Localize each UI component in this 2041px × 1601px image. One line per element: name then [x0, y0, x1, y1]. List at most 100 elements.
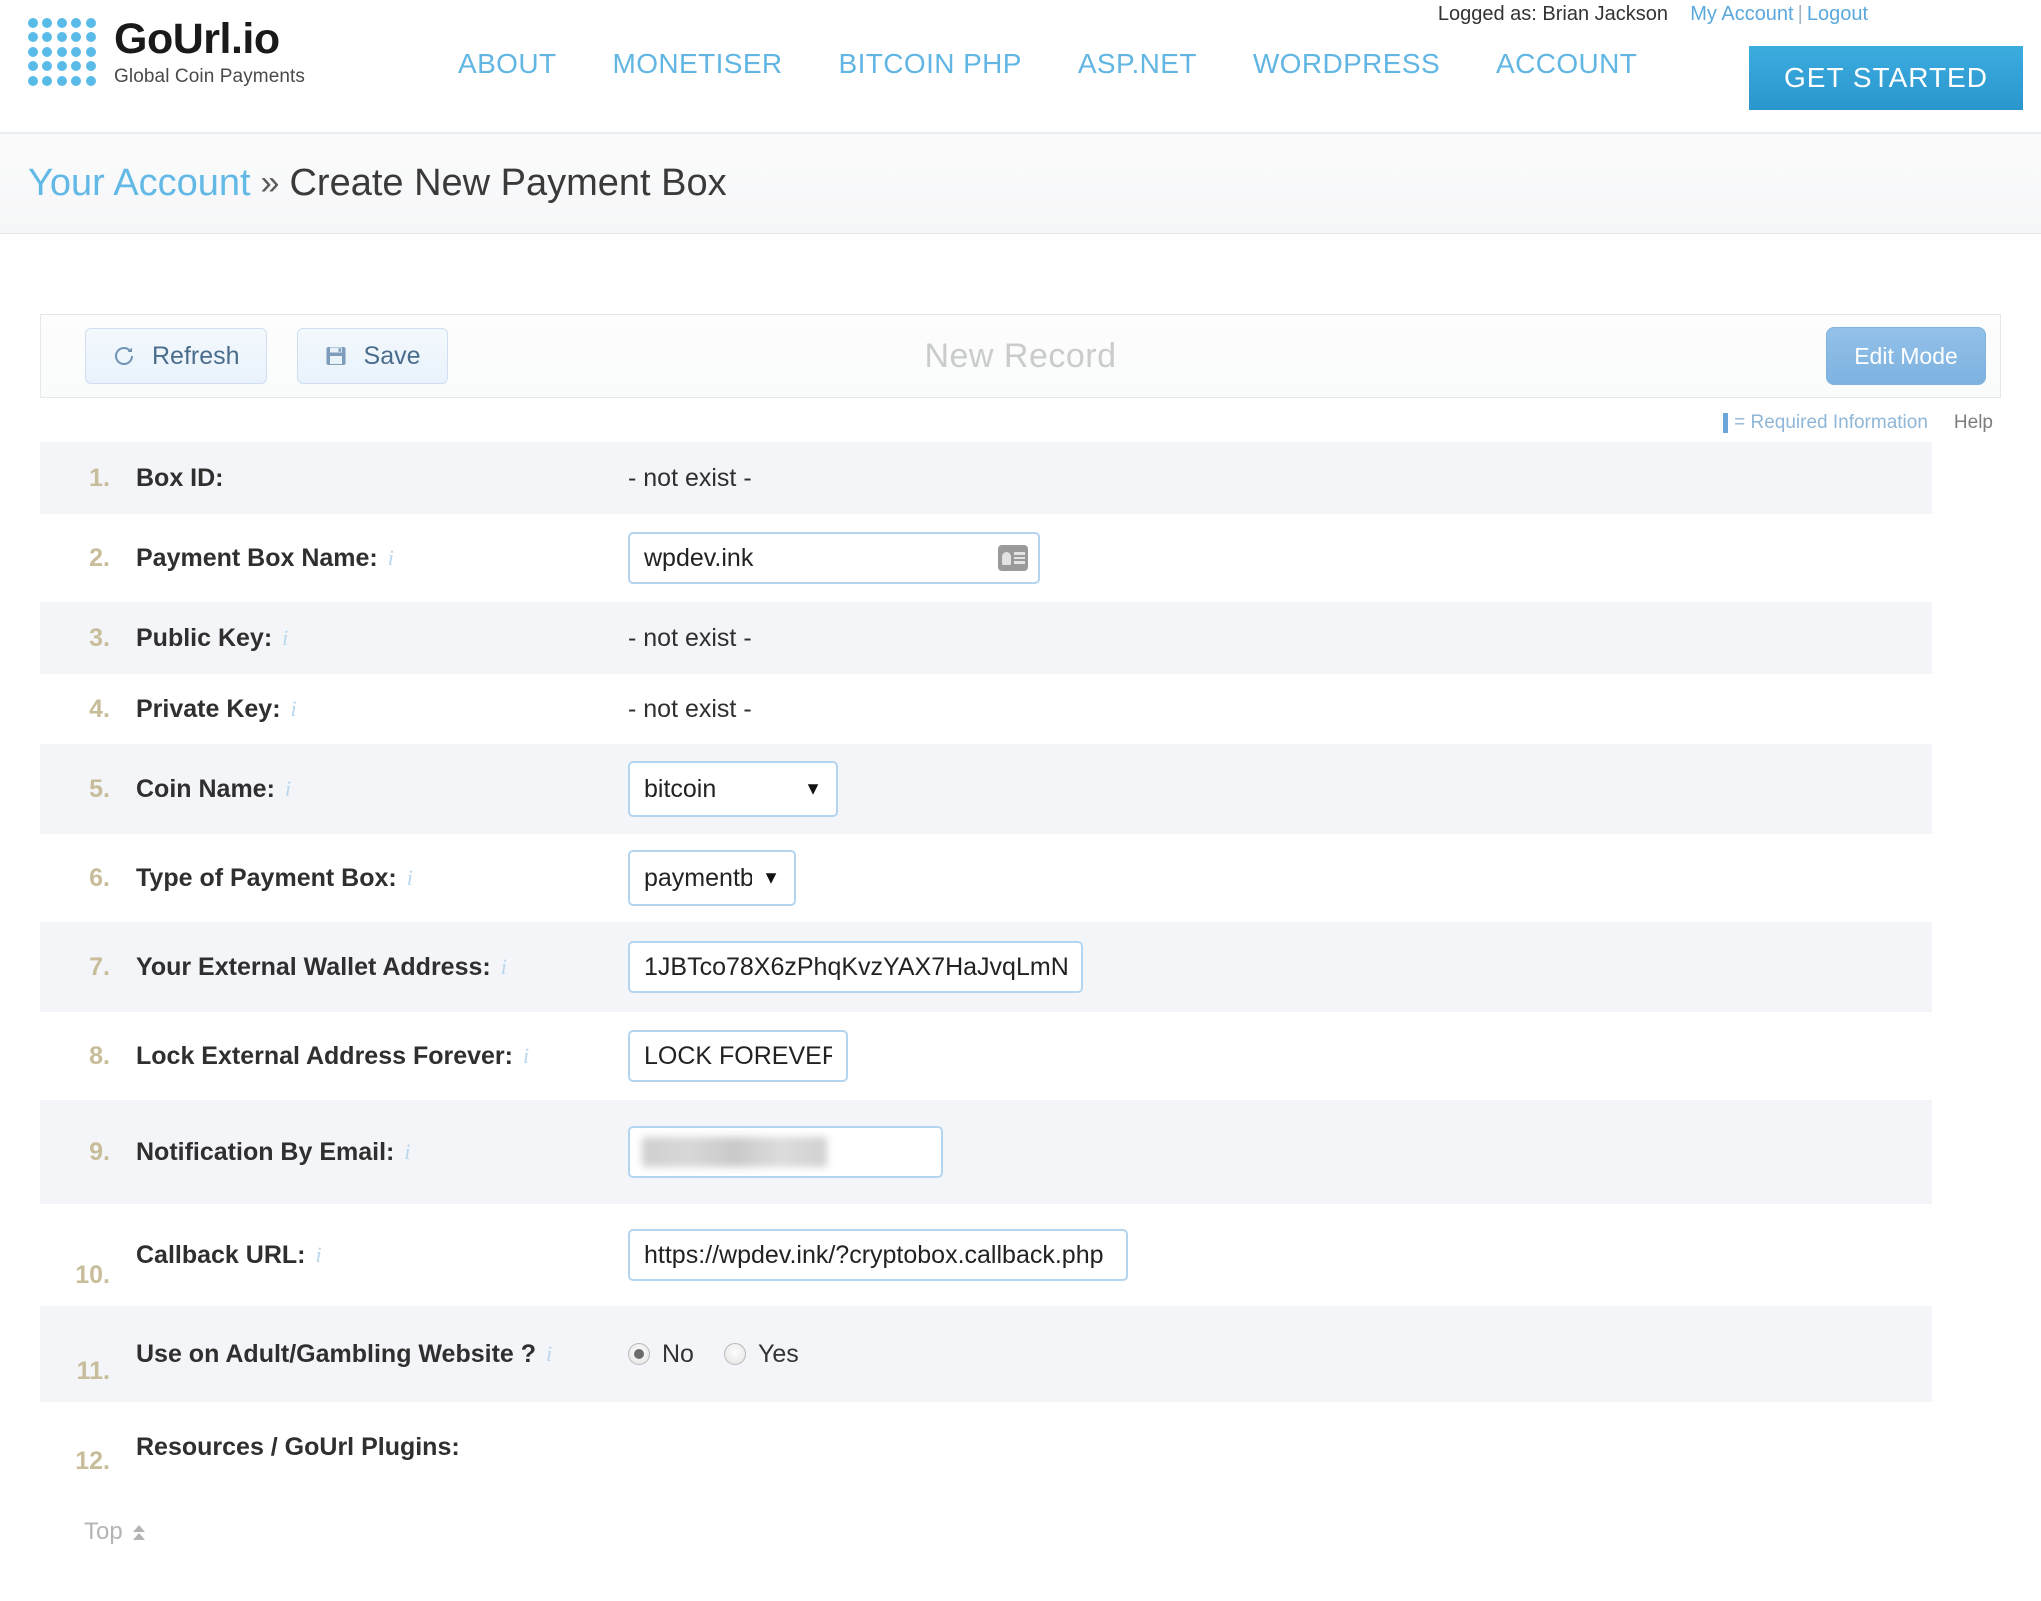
info-icon[interactable]: i — [282, 625, 288, 651]
form-row-coin-name: 5. Coin Name: i bitcoin ▼ — [40, 744, 1932, 834]
logo-title: GoUrl.io — [114, 15, 280, 63]
form-row-lock-external-address: 8. Lock External Address Forever: i — [40, 1012, 1932, 1100]
private-key-value: - not exist - — [628, 694, 752, 723]
form-row-resources-plugins: 12. Resources / GoUrl Plugins: — [40, 1402, 1932, 1492]
form-label-coin-name: Coin Name: i — [122, 744, 610, 834]
type-of-payment-box-select[interactable]: paymentbox — [628, 850, 796, 906]
double-chevron-up-icon — [132, 1524, 145, 1540]
info-icon[interactable]: i — [291, 696, 297, 722]
form-legend: = Required Information Help — [40, 398, 2001, 442]
back-to-top[interactable]: Top — [40, 1518, 2001, 1546]
info-icon[interactable]: i — [407, 865, 413, 891]
row-number: 11. — [76, 1357, 110, 1385]
redacted-email-overlay — [642, 1137, 827, 1167]
nav-item-about[interactable]: ABOUT — [430, 48, 584, 80]
logo-tagline: Global Coin Payments — [114, 66, 306, 87]
label-text: Resources / GoUrl Plugins: — [136, 1432, 460, 1461]
required-marker-icon — [1723, 413, 1729, 433]
form-value-lock-external-address — [610, 1012, 1932, 1100]
radio-label-yes: Yes — [757, 1339, 799, 1368]
form-label-resources-plugins: Resources / GoUrl Plugins: — [122, 1402, 610, 1492]
info-icon[interactable]: i — [523, 1043, 529, 1069]
label-text: Public Key: — [136, 623, 273, 652]
label-text: Type of Payment Box: — [136, 863, 397, 892]
radio-option-yes[interactable]: Yes — [723, 1339, 799, 1369]
nav-item-account[interactable]: ACCOUNT — [1468, 48, 1665, 80]
label-text: Use on Adult/Gambling Website ? — [136, 1339, 537, 1368]
row-number: 7. — [89, 952, 110, 981]
site-header: GoUrl.io Global Coin Payments ABOUT MONE… — [0, 0, 2041, 134]
form-value-type-of-payment-box: paymentbox ▼ — [610, 834, 1932, 922]
radio-dot-selected[interactable] — [628, 1343, 650, 1365]
info-icon[interactable]: i — [501, 954, 507, 980]
info-icon[interactable]: i — [546, 1341, 552, 1367]
save-button-label: Save — [363, 341, 421, 370]
refresh-circular-arrow-icon — [112, 344, 136, 368]
form-label-lock-external-address: Lock External Address Forever: i — [122, 1012, 610, 1100]
form-value-coin-name: bitcoin ▼ — [610, 744, 1932, 834]
form-label-type-of-payment-box: Type of Payment Box: i — [122, 834, 610, 922]
form-row-box-id: 1. Box ID: - not exist - — [40, 442, 1932, 514]
logout-link[interactable]: Logout — [1807, 3, 1868, 25]
row-number: 8. — [89, 1041, 110, 1070]
info-icon[interactable]: i — [404, 1139, 410, 1165]
form-row-external-wallet-address: 7. Your External Wallet Address: i — [40, 922, 1932, 1012]
form-row-notification-email: 9. Notification By Email: i — [40, 1100, 1932, 1204]
row-number: 10. — [75, 1261, 110, 1289]
refresh-button[interactable]: Refresh — [85, 328, 267, 384]
row-number: 4. — [89, 694, 110, 723]
form-row-callback-url: 10. Callback URL: i — [40, 1204, 1932, 1306]
nav-item-wordpress[interactable]: WORDPRESS — [1225, 48, 1468, 80]
refresh-button-label: Refresh — [152, 341, 240, 370]
label-text: Payment Box Name: — [136, 543, 378, 572]
dot-grid-logo-icon — [28, 18, 96, 86]
info-icon[interactable]: i — [285, 776, 291, 802]
row-number: 6. — [89, 863, 110, 892]
form-label-callback-url: Callback URL: i — [122, 1204, 610, 1306]
save-button[interactable]: Save — [296, 328, 448, 384]
form-value-adult-gambling: No Yes — [610, 1306, 1932, 1402]
help-link[interactable]: Help — [1954, 412, 1993, 434]
user-session-bar: Logged as: Brian Jackson My Account | Logo… — [1438, 3, 1868, 26]
primary-nav: ABOUT MONETISER BITCOIN PHP ASP.NET WORD… — [430, 48, 1665, 80]
required-information-label: = Required Information — [1734, 412, 1928, 433]
radio-option-no[interactable]: No — [628, 1340, 694, 1369]
label-text: Box ID: — [136, 463, 224, 492]
breadcrumb-separator: » — [260, 164, 280, 202]
main-content: Refresh Save New Record Edit Mode = Requ… — [0, 314, 2041, 1546]
label-text: Your External Wallet Address: — [136, 952, 491, 981]
breadcrumb-your-account[interactable]: Your Account — [28, 162, 251, 205]
logged-as-label: Logged as: Brian Jackson — [1437, 3, 1668, 25]
contact-card-icon[interactable] — [998, 545, 1028, 571]
required-information-legend: = Required Information — [1723, 412, 1928, 434]
public-key-value: - not exist - — [628, 623, 752, 652]
nav-item-monetiser[interactable]: MONETISER — [584, 48, 810, 80]
box-id-value: - not exist - — [628, 463, 752, 492]
callback-url-input[interactable] — [628, 1229, 1128, 1281]
my-account-link[interactable]: My Account — [1690, 3, 1793, 25]
record-toolbar: Refresh Save New Record Edit Mode — [40, 314, 2001, 398]
label-text: Coin Name: — [136, 774, 275, 803]
label-text: Private Key: — [136, 694, 281, 723]
info-icon[interactable]: i — [315, 1242, 321, 1268]
session-separator: | — [1797, 3, 1803, 25]
form-value-resources-plugins — [610, 1402, 1932, 1492]
coin-name-select[interactable]: bitcoin — [628, 761, 838, 817]
form-value-notification-email — [610, 1100, 1932, 1204]
form-label-adult-gambling: Use on Adult/Gambling Website ? i — [122, 1306, 610, 1402]
adult-gambling-radio-group: No Yes — [628, 1340, 799, 1369]
external-wallet-address-input[interactable] — [628, 941, 1083, 993]
radio-dot[interactable] — [723, 1343, 746, 1365]
page-title: Create New Payment Box — [289, 162, 727, 204]
floppy-disk-icon — [324, 344, 348, 368]
edit-mode-button[interactable]: Edit Mode — [1826, 327, 1986, 385]
logo[interactable]: GoUrl.io Global Coin Payments — [28, 18, 305, 86]
row-number: 3. — [89, 623, 110, 652]
lock-external-address-input[interactable] — [628, 1030, 848, 1082]
info-icon[interactable]: i — [388, 545, 394, 571]
payment-box-name-input[interactable] — [628, 532, 1040, 584]
form-value-external-wallet-address — [610, 922, 1932, 1012]
get-started-button[interactable]: GET STARTED — [1749, 46, 2023, 110]
nav-item-bitcoin-php[interactable]: BITCOIN PHP — [811, 48, 1050, 80]
nav-item-asp-net[interactable]: ASP.NET — [1050, 48, 1225, 80]
